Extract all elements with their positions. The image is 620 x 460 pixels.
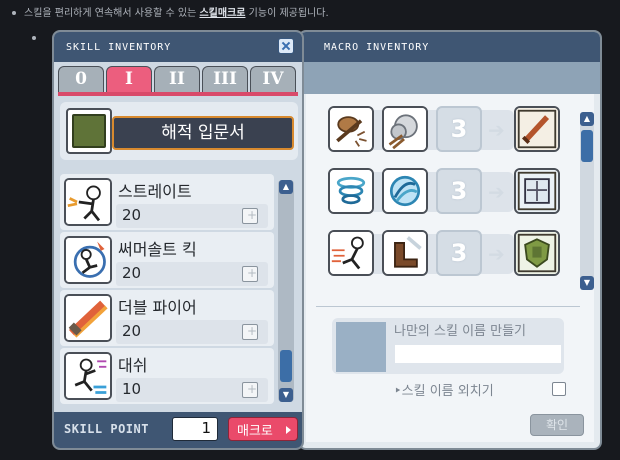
tab-label: 0 [75,69,87,89]
dash-icon[interactable] [64,352,112,400]
scroll-thumb[interactable] [280,350,292,382]
macro-slot-cloud-burst-icon[interactable] [382,106,428,152]
skill-level-up-button[interactable] [242,382,258,398]
scroll-up-arrow-icon[interactable]: ▲ [279,180,293,194]
macro-scrollbar[interactable]: ▲ ▼ [580,112,594,290]
shout-name-checkbox[interactable] [552,382,566,396]
macro-button-label: 매크로 [237,424,273,439]
custom-name-label: 나만의 스킬 이름 만들기 [394,324,526,339]
skill-row[interactable]: 대쉬 10 [60,348,274,404]
skill-bottom-bar: SKILL POINT 1 매크로 [54,412,302,448]
macro-slot-number: 3 [450,177,468,205]
skill-window-title-text: SKILL INVENTORY [66,42,172,53]
skill-name: 대쉬 [118,356,148,375]
macro-slot-number: 3 [450,239,468,267]
skill-name: 써머솔트 킥 [118,240,197,259]
job-tabs: 0 I II III IV [58,66,302,92]
macro-row-3: 3 ➔ [328,228,582,278]
skill-list: 스트레이트 20 써머솔트 킥 20 더블 파이어 20 [60,174,280,406]
tab-3[interactable]: III [202,66,248,92]
tab-label: IV [262,69,284,89]
skill-level-up-button[interactable] [242,266,258,282]
skill-inventory-window: SKILL INVENTORY 0 I II III IV 해적 입문서 스트레… [52,30,304,450]
skill-level: 10 [122,380,142,398]
skill-name: 더블 파이어 [118,298,197,317]
skill-macro-link[interactable]: 스킬매크로 [199,8,245,19]
custom-name-panel: 나만의 스킬 이름 만들기 [332,318,564,374]
somersault-kick-icon[interactable] [64,236,112,284]
skill-name: 스트레이트 [118,182,192,201]
tab-label: II [169,69,185,89]
skill-level: 20 [122,264,142,282]
scroll-thumb[interactable] [581,130,593,162]
confirm-button[interactable]: 확인 [530,414,584,436]
macro-button[interactable]: 매크로 [228,417,298,441]
tab-label: III [213,69,237,89]
scroll-down-arrow-icon[interactable]: ▼ [279,388,293,402]
book-icon [66,108,112,154]
macro-slot-brown-skill-icon[interactable] [328,106,374,152]
shout-name-text: 스킬 이름 외치기 [401,384,494,399]
straight-punch-icon[interactable] [64,178,112,226]
macro-slot-empty[interactable]: 3 [436,230,482,276]
skill-point-value: 1 [172,417,218,441]
skill-window-title: SKILL INVENTORY [54,32,302,62]
scroll-up-arrow-icon[interactable]: ▲ [580,112,594,126]
list-bullet [32,36,36,40]
arrow-icon: ➔ [488,180,505,204]
intro-text-before: 스킬을 편리하게 연속해서 사용할 수 있는 [24,8,200,19]
skill-row[interactable]: 더블 파이어 20 [60,290,274,346]
macro-slot-blue-energy-icon[interactable] [382,168,428,214]
skill-row[interactable]: 스트레이트 20 [60,174,274,230]
close-icon[interactable] [278,38,294,54]
macro-slot-boot-skill-icon[interactable] [382,230,428,276]
double-fire-icon[interactable] [64,294,112,342]
macro-window-title: MACRO INVENTORY [300,32,600,62]
divider [316,306,580,307]
bullet [12,11,16,15]
custom-name-input[interactable] [394,344,562,364]
tab-1[interactable]: I [106,66,152,92]
skill-point-label: SKILL POINT [64,422,149,436]
arrow-icon: ➔ [488,118,505,142]
shout-name-label: ‣스킬 이름 외치기 [394,384,494,399]
macro-result-book-macro-icon[interactable] [514,168,560,214]
macro-slot-empty[interactable]: 3 [436,168,482,214]
intro-text-after: 기능이 제공됩니다. [245,8,329,19]
tab-2[interactable]: II [154,66,200,92]
skill-level: 20 [122,322,142,340]
macro-body: 3 ➔ 3 ➔ 3 ➔ ▲ ▼ 나만의 스킬 이름 만들기 ‣스킬 이름 외치기… [306,94,594,442]
tab-0[interactable]: 0 [58,66,104,92]
macro-row-1: 3 ➔ [328,104,582,154]
macro-header-bar [300,62,600,94]
tab-4[interactable]: IV [250,66,296,92]
tab-underline [58,92,298,96]
arrow-icon: ➔ [488,242,505,266]
tab-label: I [125,69,133,89]
macro-slot-empty[interactable]: 3 [436,106,482,152]
skill-book-panel: 해적 입문서 [60,102,298,160]
macro-row-2: 3 ➔ [328,166,582,216]
skill-book-name: 해적 입문서 [112,116,294,150]
skill-row[interactable]: 써머솔트 킥 20 [60,232,274,288]
skill-level-up-button[interactable] [242,208,258,224]
macro-result-shield-macro-icon[interactable] [514,230,560,276]
play-arrow-icon [286,426,291,434]
macro-preview-slot [336,322,386,372]
skill-level: 20 [122,206,142,224]
macro-result-sword-macro-icon[interactable] [514,106,560,152]
skill-level-up-button[interactable] [242,324,258,340]
macro-slot-number: 3 [450,115,468,143]
skill-scrollbar[interactable]: ▲ ▼ [278,180,294,402]
macro-slot-dash-skill-icon[interactable] [328,230,374,276]
macro-slot-whirlwind-icon[interactable] [328,168,374,214]
scroll-down-arrow-icon[interactable]: ▼ [580,276,594,290]
intro-text: 스킬을 편리하게 연속해서 사용할 수 있는 스킬매크로 기능이 제공됩니다. [12,4,329,19]
macro-inventory-window: MACRO INVENTORY 3 ➔ 3 ➔ 3 ➔ ▲ ▼ 나만의 스킬 이… [298,30,602,450]
